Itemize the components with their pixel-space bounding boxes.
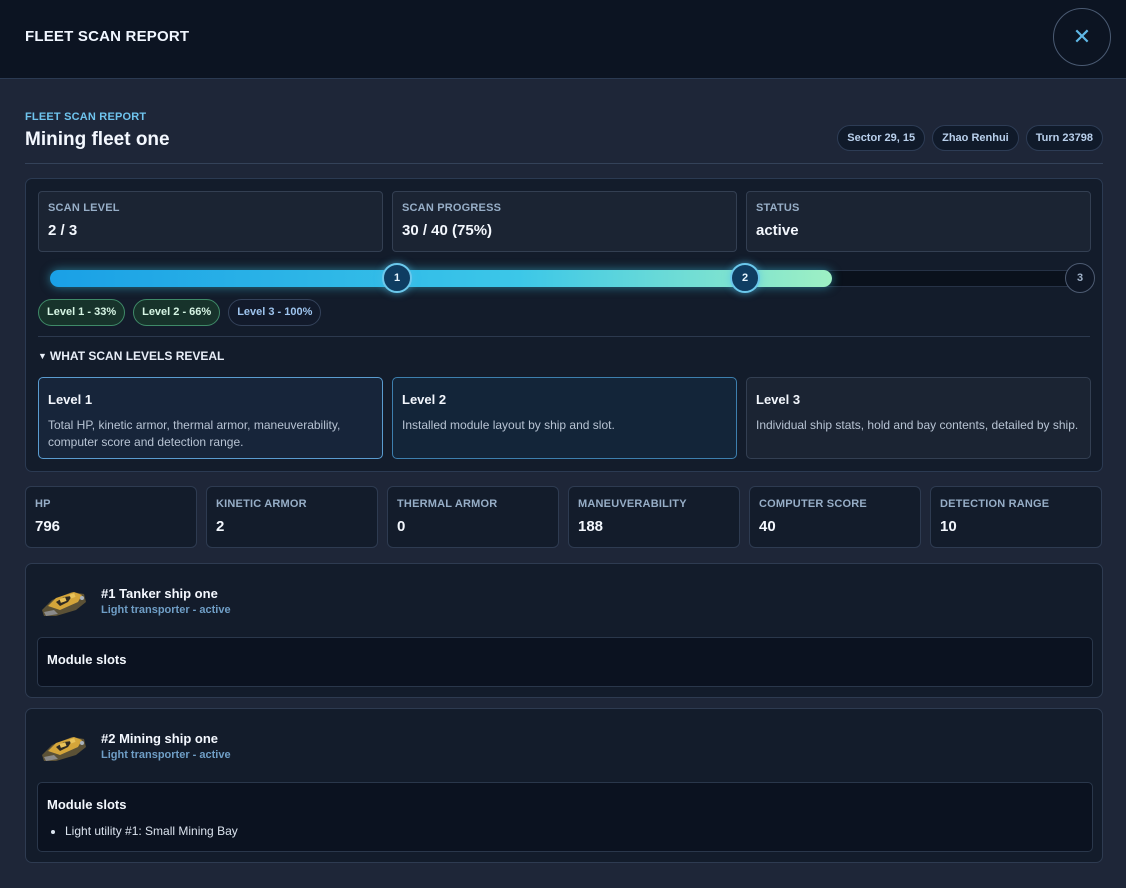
scan-panel: SCAN LEVEL 2 / 3 SCAN PROGRESS 30 / 40 (…: [25, 178, 1103, 472]
level-3-card: Level 3 Individual ship stats, hold and …: [746, 377, 1091, 459]
module-item: Light utility #1: Small Mining Bay: [65, 824, 1083, 838]
sector-chip: Sector 29, 15: [837, 125, 926, 151]
ship-card-1: #1 Tanker ship one Light transporter - a…: [25, 563, 1103, 698]
close-button[interactable]: ✕: [1053, 8, 1111, 66]
ship-subtitle: Light transporter - active: [101, 604, 231, 616]
scan-level-card: SCAN LEVEL 2 / 3: [38, 191, 383, 252]
ship-name: #2 Mining ship one: [101, 731, 219, 746]
stat-label: KINETIC ARMOR: [216, 498, 307, 510]
scan-level-label: SCAN LEVEL: [48, 202, 120, 214]
level-2-card: Level 2 Installed module layout by ship …: [392, 377, 737, 459]
stat-label: HP: [35, 498, 51, 510]
close-icon: ✕: [1072, 24, 1092, 49]
transporter-ship-icon: [42, 737, 86, 761]
ship-card-2: #2 Mining ship one Light transporter - a…: [25, 708, 1103, 863]
scan-progress-label: SCAN PROGRESS: [402, 202, 502, 214]
stat-computer-score: COMPUTER SCORE 40: [749, 486, 921, 548]
top-bar: FLEET SCAN REPORT ✕: [0, 0, 1126, 79]
module-slots-title: Module slots: [47, 797, 127, 812]
stat-label: COMPUTER SCORE: [759, 498, 867, 510]
ship-subtitle: Light transporter - active: [101, 749, 231, 761]
module-list: Light utility #1: Small Mining Bay: [47, 824, 1083, 838]
stat-label: DETECTION RANGE: [940, 498, 1050, 510]
level-descriptions: Level 1 Total HP, kinetic armor, thermal…: [38, 377, 1091, 459]
level-3-description: Individual ship stats, hold and bay cont…: [756, 418, 1079, 432]
module-slots: Module slots Light utility #1: Small Min…: [37, 782, 1093, 852]
stat-value: 188: [578, 518, 604, 535]
progress-fill: [50, 270, 832, 287]
level-3-pill: Level 3 - 100%: [228, 299, 322, 326]
window-title: FLEET SCAN REPORT: [25, 28, 190, 45]
module-slots-title: Module slots: [47, 652, 127, 667]
level-1-pill: Level 1 - 33%: [38, 299, 126, 326]
caret-down-icon: ▼: [38, 351, 47, 361]
level-1-marker: 1: [382, 263, 412, 293]
level-3-marker: 3: [1065, 263, 1095, 293]
level-2-pill: Level 2 - 66%: [133, 299, 221, 326]
scan-levels-toggle[interactable]: ▼ WHAT SCAN LEVELS REVEAL: [38, 349, 224, 363]
status-card: STATUS active: [746, 191, 1091, 252]
stat-hp: HP 796: [25, 486, 197, 548]
level-1-card: Level 1 Total HP, kinetic armor, thermal…: [38, 377, 383, 459]
stat-label: MANEUVERABILITY: [578, 498, 687, 510]
level-1-description: Total HP, kinetic armor, thermal armor, …: [48, 418, 341, 449]
scan-progress-value: 30 / 40 (75%): [402, 222, 493, 239]
level-2-marker: 2: [730, 263, 760, 293]
scan-progress-bar: 1 2 3: [50, 263, 1095, 293]
level-3-title: Level 3: [756, 392, 801, 407]
scan-level-value: 2 / 3: [48, 222, 78, 239]
owner-chip: Zhao Renhui: [932, 125, 1019, 151]
status-value: active: [756, 222, 799, 239]
transporter-ship-icon: [42, 592, 86, 616]
scan-progress-card: SCAN PROGRESS 30 / 40 (75%): [392, 191, 737, 252]
status-label: STATUS: [756, 202, 800, 214]
stat-thermal-armor: THERMAL ARMOR 0: [387, 486, 559, 548]
fleet-stats: HP 796 KINETIC ARMOR 2 THERMAL ARMOR 0 M…: [25, 486, 1102, 548]
stat-label: THERMAL ARMOR: [397, 498, 498, 510]
info-chips: Sector 29, 15 Zhao Renhui Turn 23798: [837, 125, 1103, 151]
fleet-name: Mining fleet one: [25, 129, 170, 150]
panel-divider: [38, 336, 1090, 337]
stat-detection-range: DETECTION RANGE 10: [930, 486, 1102, 548]
level-pills: Level 1 - 33% Level 2 - 66% Level 3 - 10…: [38, 299, 322, 326]
stat-maneuverability: MANEUVERABILITY 188: [568, 486, 740, 548]
header-divider: [25, 163, 1103, 164]
scan-levels-toggle-label: WHAT SCAN LEVELS REVEAL: [49, 349, 225, 363]
module-slots: Module slots: [37, 637, 1093, 687]
stat-value: 10: [940, 518, 957, 535]
stat-value: 796: [35, 518, 61, 535]
stat-kinetic-armor: KINETIC ARMOR 2: [206, 486, 378, 548]
level-1-title: Level 1: [48, 392, 93, 407]
turn-chip: Turn 23798: [1025, 125, 1103, 151]
ship-name: #1 Tanker ship one: [101, 586, 218, 601]
stat-value: 2: [216, 518, 225, 535]
stat-value: 40: [759, 518, 776, 535]
report-eyebrow: FLEET SCAN REPORT: [25, 111, 147, 123]
stat-value: 0: [397, 518, 406, 535]
level-2-description: Installed module layout by ship and slot…: [402, 418, 615, 432]
level-2-title: Level 2: [402, 392, 447, 407]
scan-summary-cards: SCAN LEVEL 2 / 3 SCAN PROGRESS 30 / 40 (…: [38, 191, 1091, 252]
